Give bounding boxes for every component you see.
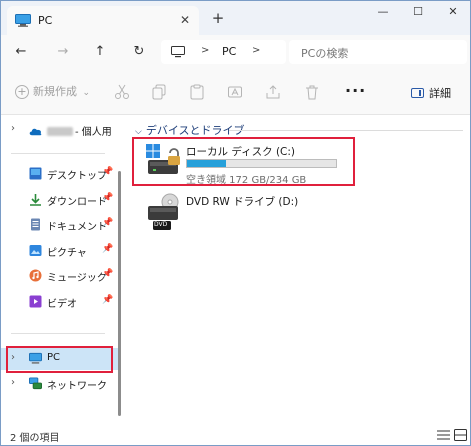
pictures-icon <box>29 244 42 256</box>
chevron-right-icon[interactable]: › <box>11 123 15 134</box>
minimize-button[interactable]: — <box>369 5 397 23</box>
chevron-down-icon: ⌵ <box>135 127 142 137</box>
close-window-button[interactable]: ✕ <box>439 5 467 23</box>
address-bar[interactable]: > PC > <box>161 40 286 64</box>
pin-icon[interactable]: 📌 <box>102 269 113 279</box>
search-box[interactable]: PCの検索 <box>289 40 467 64</box>
item-count: 2 個の項目 <box>10 433 60 444</box>
highlight-box-drive-c <box>132 137 355 186</box>
videos-icon <box>29 295 42 307</box>
breadcrumb-pc[interactable]: PC <box>222 45 236 58</box>
sidebar-item-videos[interactable]: ビデオ 📌 <box>1 291 119 313</box>
redacted-name <box>47 127 73 136</box>
sidebar-item-pictures[interactable]: ピクチャ 📌 <box>1 240 119 262</box>
sidebar-item-network[interactable]: › ネットワーク <box>1 373 119 395</box>
pin-icon[interactable]: 📌 <box>102 244 113 254</box>
sidebar-item-label: ピクチャ <box>47 247 87 259</box>
status-bar: 2 個の項目 <box>1 426 470 445</box>
sidebar-item-label: デスクトップ <box>47 171 107 182</box>
new-button-label: 新規作成 <box>33 85 77 98</box>
search-input[interactable]: PCの検索 <box>301 45 348 61</box>
sidebar-item-label: - 個人用 <box>47 123 112 138</box>
sidebar-item-label: ネットワーク <box>47 381 107 392</box>
chevron-right-icon[interactable]: > <box>201 45 209 56</box>
pin-icon[interactable]: 📌 <box>102 167 113 177</box>
new-button[interactable]: + 新規作成 ⌄ <box>15 83 90 101</box>
tab-title: PC <box>38 14 53 27</box>
navigation-scrollbar[interactable] <box>118 171 121 416</box>
chevron-right-icon[interactable]: › <box>11 377 15 388</box>
documents-icon <box>31 218 40 231</box>
refresh-button[interactable]: ↻ <box>131 44 147 60</box>
divider <box>11 153 105 154</box>
content-pane: ⌵ デバイスとドライブ ローカル ディスク (C:) 空き領域 172 GB/23… <box>125 115 470 426</box>
details-pane-icon <box>411 88 424 98</box>
details-label: 詳細 <box>429 87 451 100</box>
file-explorer-window: PC ✕ + — ☐ ✕ ← → ↑ ↻ > PC > PCの検索 + 新規作成 … <box>0 0 471 446</box>
copy-icon[interactable] <box>151 84 167 100</box>
drive-name: DVD RW ドライブ (D:) <box>186 196 299 208</box>
sidebar-item-desktop[interactable]: デスクトップ 📌 <box>1 163 119 185</box>
dvd-badge: DVD <box>154 221 168 228</box>
pc-outline-icon <box>171 46 185 58</box>
group-divider <box>229 130 463 131</box>
drive-d[interactable]: DVD DVD RW ドライブ (D:) <box>141 191 351 235</box>
sidebar-item-label: ドキュメント <box>47 222 107 233</box>
download-icon <box>30 193 41 206</box>
desktop-icon <box>29 167 42 180</box>
rename-icon[interactable] <box>227 84 243 100</box>
sidebar-item-label: ミュージック <box>47 273 107 284</box>
new-tab-button[interactable]: + <box>210 10 226 26</box>
pin-icon[interactable]: 📌 <box>102 218 113 228</box>
chevron-right-icon[interactable]: > <box>252 45 260 56</box>
sidebar-item-download[interactable]: ダウンロード 📌 <box>1 189 119 211</box>
details-view-icon[interactable] <box>437 429 450 441</box>
pin-icon[interactable]: 📌 <box>102 193 113 203</box>
tiles-view-icon[interactable] <box>454 429 467 441</box>
divider <box>11 333 105 334</box>
plus-icon: + <box>15 85 29 99</box>
more-options-button[interactable]: ··· <box>345 81 366 100</box>
music-icon <box>29 269 42 282</box>
share-icon[interactable] <box>265 84 281 100</box>
command-bar: + 新規作成 ⌄ ··· 詳細 <box>1 69 470 115</box>
back-button[interactable]: ← <box>13 44 29 60</box>
forward-button[interactable]: → <box>55 44 71 60</box>
chevron-down-icon: ⌄ <box>82 88 91 98</box>
network-icon <box>29 377 42 390</box>
delete-icon[interactable] <box>304 84 320 100</box>
pc-icon <box>15 14 31 27</box>
sidebar-item-music[interactable]: ミュージック 📌 <box>1 265 119 287</box>
sidebar-item-documents[interactable]: ドキュメント 📌 <box>1 214 119 236</box>
sidebar-item-onedrive[interactable]: › - 個人用 <box>1 119 119 141</box>
cut-icon[interactable] <box>114 84 130 100</box>
paste-icon[interactable] <box>189 84 205 100</box>
title-bar: PC ✕ + — ☐ ✕ <box>1 1 470 35</box>
onedrive-cloud-icon <box>29 128 42 136</box>
sidebar-item-label: ダウンロード <box>47 196 107 208</box>
tab-pc[interactable]: PC ✕ <box>7 6 199 35</box>
address-row: ← → ↑ ↻ > PC > PCの検索 <box>1 35 470 69</box>
maximize-button[interactable]: ☐ <box>404 5 432 23</box>
highlight-box-pc <box>6 346 113 373</box>
sidebar-item-label: ビデオ <box>47 298 77 310</box>
navigation-pane: › - 個人用 デスクトップ 📌 ダウンロード 📌 ドキュメント 📌 ピクチャ 📌 ミュージック… <box>1 115 123 426</box>
close-tab-icon[interactable]: ✕ <box>177 12 193 28</box>
details-button[interactable]: 詳細 <box>411 85 451 101</box>
up-button[interactable]: ↑ <box>92 44 108 60</box>
pin-icon[interactable]: 📌 <box>102 295 113 305</box>
